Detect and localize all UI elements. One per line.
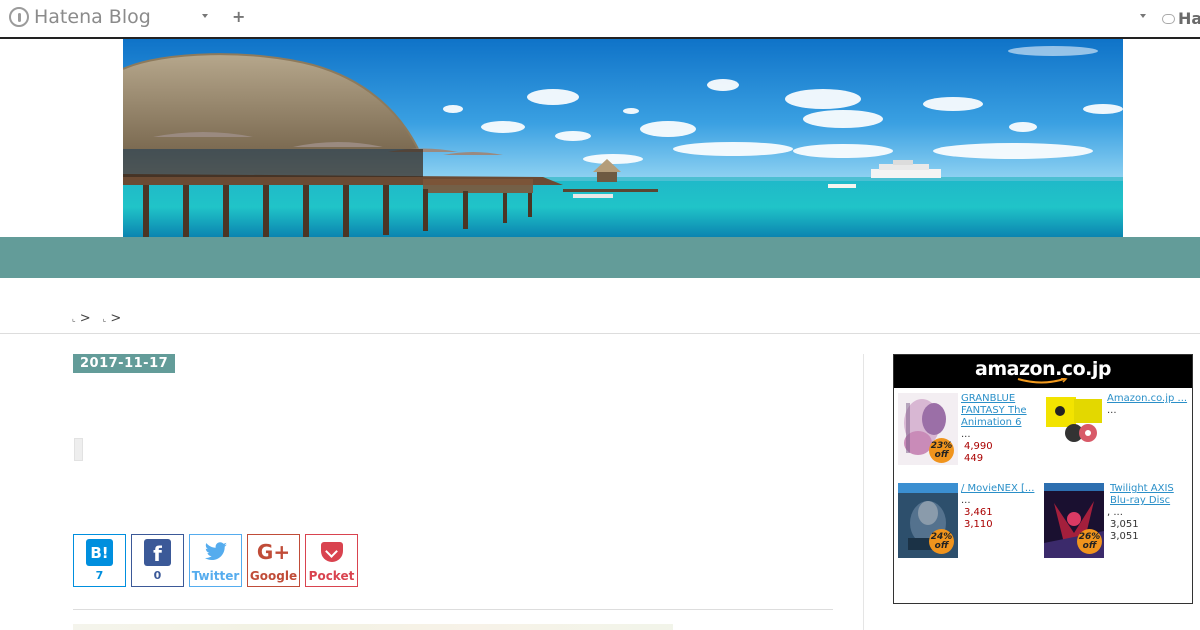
product-price: 4,990 xyxy=(964,441,993,452)
twitter-share-button[interactable]: Twitter xyxy=(189,534,242,587)
breadcrumb: ⌞ > ⌞ > xyxy=(72,311,121,326)
pocket-icon xyxy=(320,539,343,566)
cloud-icon xyxy=(1162,13,1175,24)
product-price: 3,051 xyxy=(1110,519,1139,530)
discount-badge: 24% off xyxy=(929,529,954,554)
product-price-secondary: 3,051 xyxy=(1110,531,1139,542)
google-label: Google xyxy=(249,568,298,583)
product-info: GRANBLUE FANTASY The Animation 6 ... 4,9… xyxy=(961,393,1041,465)
amazon-logo: amazon.co.jp xyxy=(975,358,1111,380)
right-brand-text: Ha xyxy=(1178,9,1200,28)
embedded-content-edge xyxy=(73,624,673,630)
product-price: 3,461 xyxy=(964,507,993,518)
amazon-product[interactable]: 23% off GRANBLUE FANTASY The Animation 6… xyxy=(898,393,1043,473)
facebook-share-button[interactable]: f 0 xyxy=(131,534,184,587)
blog-header-image[interactable] xyxy=(123,39,1123,237)
content-placeholder-block xyxy=(74,438,83,461)
google-plus-share-button[interactable]: G+ Google xyxy=(247,534,300,587)
facebook-share-count: 0 xyxy=(153,569,162,582)
chevron-down-icon[interactable] xyxy=(202,14,208,18)
product-ellipsis: ... xyxy=(1107,405,1117,416)
product-info: Amazon.co.jp ... ... xyxy=(1107,393,1192,417)
hatena-bookmark-button[interactable]: B! 7 xyxy=(73,534,126,587)
amazon-widget: amazon.co.jp 23% off GRANBLUE FANTASY Th… xyxy=(893,354,1193,604)
social-share-buttons: B! 7 f 0 Twitter G+ Google Pocket xyxy=(73,534,358,587)
amazon-smile-icon xyxy=(1017,378,1068,384)
discount-badge: 26% off xyxy=(1077,529,1102,554)
product-price-secondary: 3,110 xyxy=(964,519,993,530)
discount-off: off xyxy=(934,449,949,460)
hatena-logo-icon xyxy=(9,7,29,27)
hatena-right-brand[interactable]: Ha xyxy=(1162,9,1200,28)
breadcrumb-divider xyxy=(0,333,1200,334)
product-title-link[interactable]: Twilight AXIS Blu-ray Disc xyxy=(1110,483,1190,507)
breadcrumb-separator: > xyxy=(79,311,91,326)
hatena-bookmark-icon: B! xyxy=(86,539,113,566)
hatena-blog-logo[interactable]: Hatena Blog xyxy=(9,6,151,28)
breadcrumb-category-link[interactable]: ⌞ xyxy=(103,314,107,323)
tropical-beach-image xyxy=(123,39,1123,237)
product-ellipsis: , ... xyxy=(1107,507,1123,518)
pocket-save-button[interactable]: Pocket xyxy=(305,534,358,587)
product-price-secondary: 449 xyxy=(964,453,984,464)
product-title-link[interactable]: Amazon.co.jp ... xyxy=(1107,393,1192,405)
product-info: Twilight AXIS Blu-ray Disc , ... 3,051 3… xyxy=(1107,483,1190,543)
breadcrumb-separator: > xyxy=(110,311,122,326)
plus-icon[interactable]: + xyxy=(232,9,245,25)
discount-off: off xyxy=(934,540,949,551)
product-title-link[interactable]: / MovieNEX [... xyxy=(961,483,1041,495)
article-date-badge[interactable]: 2017-11-17 xyxy=(73,354,176,373)
global-nav-band xyxy=(0,237,1200,278)
product-title-link[interactable]: GRANBLUE FANTASY The Animation 6 xyxy=(961,393,1041,429)
breadcrumb-home-link[interactable]: ⌞ xyxy=(72,314,76,323)
amazon-header[interactable]: amazon.co.jp xyxy=(894,355,1192,388)
product-ellipsis: ... xyxy=(961,429,971,440)
product-thumbnail[interactable] xyxy=(1044,393,1104,443)
hatena-bookmark-count: 7 xyxy=(95,569,104,582)
discount-off: off xyxy=(1082,540,1097,551)
twitter-bird-icon xyxy=(204,539,228,566)
product-ellipsis: ... xyxy=(961,495,971,506)
discount-badge: 23% off xyxy=(929,438,954,463)
brand-text: Hatena Blog xyxy=(34,6,151,28)
google-plus-icon: G+ xyxy=(256,540,291,564)
article-divider xyxy=(73,609,833,610)
product-info: / MovieNEX [... ... 3,461 3,110 xyxy=(961,483,1041,531)
sidebar-divider xyxy=(863,354,864,630)
pocket-label: Pocket xyxy=(308,568,355,583)
amazon-product[interactable]: Amazon.co.jp ... ... xyxy=(1044,393,1189,473)
chevron-down-icon[interactable] xyxy=(1140,14,1146,18)
facebook-icon: f xyxy=(144,539,171,566)
top-bar: Hatena Blog + Ha xyxy=(0,0,1200,39)
amazon-product[interactable]: 24% off / MovieNEX [... ... 3,461 3,110 xyxy=(898,483,1043,563)
amazon-product[interactable]: 26% off Twilight AXIS Blu-ray Disc , ...… xyxy=(1044,483,1189,563)
twitter-label: Twitter xyxy=(191,568,240,583)
